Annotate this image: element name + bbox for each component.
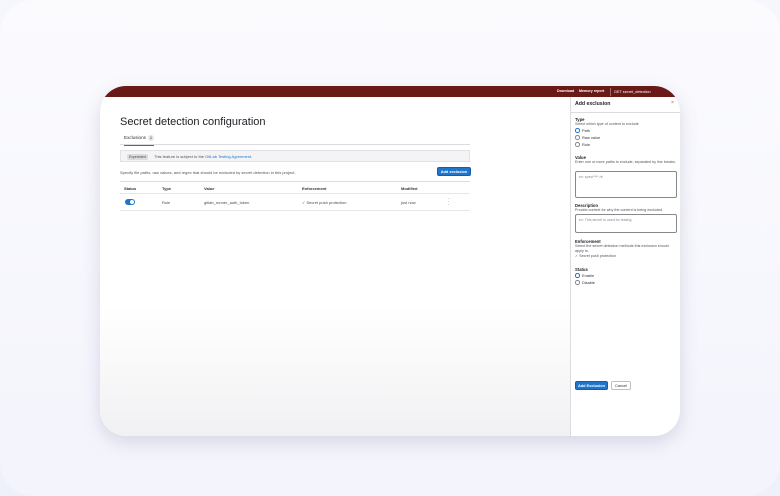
column-header-type: Type <box>162 186 172 191</box>
description-textarea[interactable]: ex: This secret is used for testing <box>575 214 677 233</box>
page-title: Secret detection configuration <box>120 116 266 128</box>
row-value: gitlab_runner_auth_token <box>204 200 250 205</box>
column-header-enforcement: Enforcement <box>302 186 327 191</box>
experiment-alert: Experiment This feature is subject to th… <box>120 150 470 162</box>
enforcement-help: Select the secret detection methods this… <box>575 244 669 253</box>
download-link[interactable]: Download <box>557 89 574 93</box>
request-tag[interactable]: GET secret_detection <box>610 87 654 96</box>
alert-message: This feature is subject to the GitLab Te… <box>154 151 252 162</box>
column-header-status: Status <box>124 186 137 191</box>
status-label: Status <box>575 267 588 272</box>
status-radio-enable[interactable] <box>575 273 580 278</box>
alert-text: This feature is subject to the <box>154 154 205 159</box>
value-help: Enter one or more paths to exclude, sepa… <box>575 160 676 164</box>
submit-exclusion-button[interactable]: Add Exclusion <box>575 381 608 390</box>
column-header-value: Value <box>204 186 215 191</box>
status-toggle[interactable] <box>125 199 135 205</box>
app-window: Download Memory report GET secret_detect… <box>100 86 680 436</box>
testing-agreement-link[interactable]: GitLab Testing Agreement <box>205 154 251 159</box>
value-textarea[interactable]: ex: spec/**/*.rb <box>575 171 677 198</box>
row-rule <box>120 210 470 211</box>
type-option-rule: Rule <box>582 142 591 147</box>
cancel-button[interactable]: Cancel <box>611 381 631 390</box>
tab-label: Exclusions <box>124 135 146 140</box>
enforcement-option-push-protection[interactable]: ✓ Secret push protection <box>575 254 616 258</box>
close-icon[interactable]: × <box>671 100 674 106</box>
status-option-disable: Disable <box>582 280 595 285</box>
header-row-rule <box>120 193 470 194</box>
type-radio-path[interactable] <box>575 128 580 133</box>
row-enforcement: ✓ Secret push protection <box>302 200 347 205</box>
drawer-divider <box>571 112 680 113</box>
experiment-badge: Experiment <box>127 153 149 160</box>
add-exclusion-button[interactable]: Add exclusion <box>437 167 471 176</box>
row-type: Rule <box>162 200 171 205</box>
tab-count-badge: 1 <box>147 135 154 141</box>
type-option-path: Path <box>582 128 591 133</box>
memory-report-link[interactable]: Memory report <box>579 89 604 93</box>
page-description: Specify file paths, raw values, and rege… <box>120 170 296 175</box>
column-header-modified: Modified <box>401 186 418 191</box>
top-bar: Download Memory report GET secret_detect… <box>100 86 680 97</box>
status-option-enable: Enable <box>582 273 595 278</box>
row-modified: just now <box>401 200 416 205</box>
type-radio-rule[interactable] <box>575 142 580 147</box>
row-actions-icon[interactable]: · · · <box>448 197 450 208</box>
type-radio-raw-value[interactable] <box>575 135 580 140</box>
tabs-divider <box>120 144 470 145</box>
table-top-rule <box>120 181 470 182</box>
main-fade <box>100 306 570 436</box>
status-radio-disable[interactable] <box>575 280 580 285</box>
description-help: Provide context for why the content is b… <box>575 208 664 212</box>
add-exclusion-drawer: Add exclusion × Type Select which type o… <box>570 97 680 436</box>
alert-end: . <box>251 154 253 159</box>
type-help: Select which type of content to exclude <box>575 122 639 126</box>
drawer-title: Add exclusion <box>575 101 611 107</box>
type-option-raw-value: Raw value <box>582 135 601 140</box>
